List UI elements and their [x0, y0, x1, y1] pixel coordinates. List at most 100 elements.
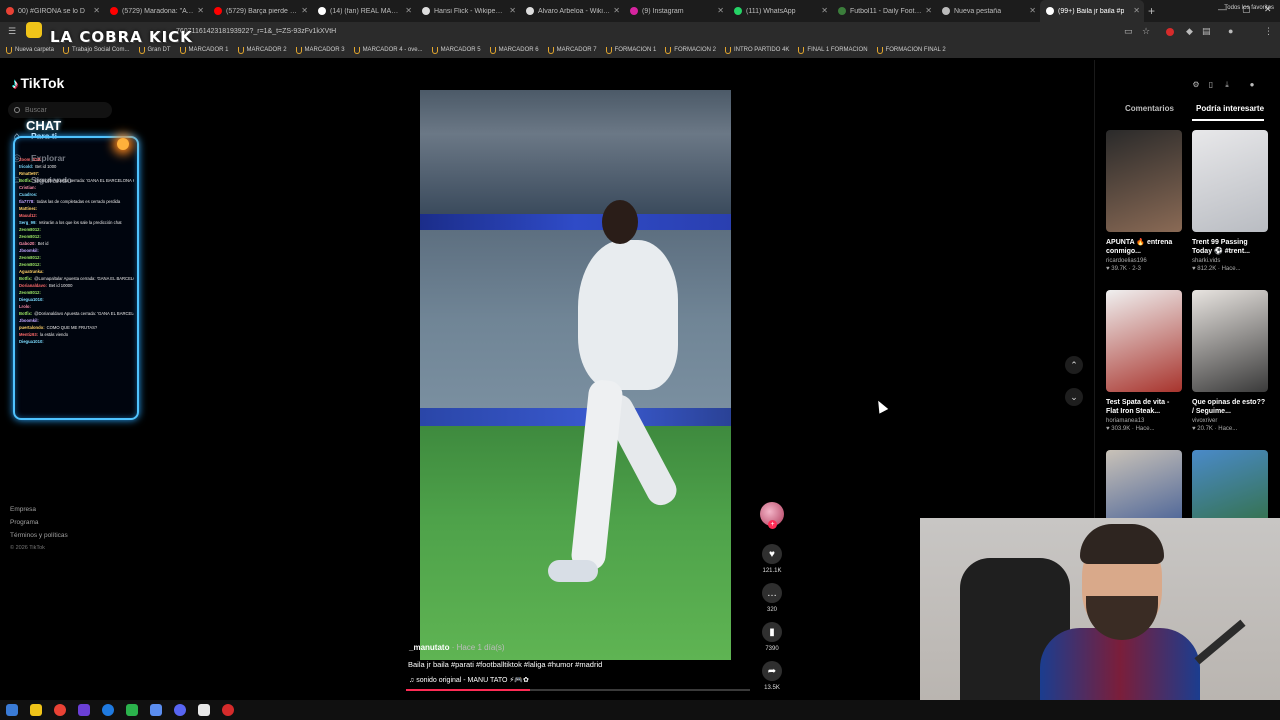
close-tab-icon[interactable]: ✕	[197, 6, 204, 15]
bookmark-item[interactable]: MARCADOR 1	[179, 46, 229, 54]
card-title[interactable]: Trent 99 Passing Today ⚽ #trent...	[1192, 238, 1268, 256]
close-tab-icon[interactable]: ✕	[717, 6, 724, 15]
browser-tab[interactable]: (9) Instagram ✕	[624, 0, 728, 22]
browser-tab[interactable]: (111) WhatsApp ✕	[728, 0, 832, 22]
browser-tab[interactable]: (99+) Baila jr baila #p ✕	[1040, 0, 1144, 22]
video-player[interactable]	[420, 90, 731, 660]
recording-app-icon[interactable]	[222, 704, 234, 716]
close-tab-icon[interactable]: ✕	[509, 6, 516, 15]
file-explorer-icon[interactable]	[30, 704, 42, 716]
close-tab-icon[interactable]: ✕	[405, 6, 412, 15]
video-thumbnail[interactable]	[1192, 130, 1268, 232]
close-tab-icon[interactable]: ✕	[1133, 6, 1140, 15]
browser-tab[interactable]: (5729) Maradona: "A jug ✕	[104, 0, 208, 22]
browser-tab[interactable]: 00) #GIRONA se lo D ✕	[0, 0, 104, 22]
bookmark-item[interactable]: MARCADOR 7	[547, 46, 597, 54]
bookmark-item[interactable]: MARCADOR 4 - ove...	[353, 46, 423, 54]
recommended-video-card[interactable]: Que opinas de esto?? / Seguime... vivoxri…	[1192, 290, 1268, 432]
share-icon[interactable]: ➦	[762, 661, 782, 681]
browser-tab[interactable]: (14) (fan) REAL MADRID ✕	[312, 0, 416, 22]
bookmark-item[interactable]: FORMACION 1	[605, 46, 656, 54]
bookmark-item[interactable]: FINAL 1 FORMACION	[798, 46, 868, 54]
footer-link-programa[interactable]: Programa	[10, 519, 68, 526]
recommended-video-card[interactable]: Trent 99 Passing Today ⚽ #trent... sharki…	[1192, 130, 1268, 272]
browser-tab[interactable]: (5729) Barça pierde el lid ✕	[208, 0, 312, 22]
settings-icon[interactable]: ⚙	[1190, 80, 1202, 92]
browser-tab[interactable]: Futbol11 - Daily Football ✕	[832, 0, 936, 22]
cast-icon[interactable]: ▭	[1124, 26, 1133, 37]
bookmark-icon[interactable]: ▮	[762, 622, 782, 642]
bookmark-item[interactable]: MARCADOR 2	[237, 46, 287, 54]
profile-icon[interactable]: ●	[1228, 26, 1233, 36]
search-box[interactable]	[8, 102, 112, 118]
bookmark-item[interactable]: FORMACION 2	[665, 46, 716, 54]
video-thumbnail[interactable]	[1106, 130, 1182, 232]
tab-comments[interactable]: Comentarios	[1125, 104, 1174, 113]
bookmark-item[interactable]: FORMACION FINAL 2	[876, 46, 946, 54]
menu-icon[interactable]: ☰	[8, 26, 16, 37]
video-progress-bar[interactable]	[406, 689, 750, 691]
card-title[interactable]: APUNTA 🔥 entrena conmigo...	[1106, 238, 1182, 256]
heart-icon[interactable]: ♥	[762, 544, 782, 564]
obs-icon[interactable]	[126, 704, 138, 716]
discord-icon[interactable]	[174, 704, 186, 716]
card-author[interactable]: sharki.vids	[1192, 258, 1268, 264]
chrome-icon[interactable]	[54, 704, 66, 716]
close-tab-icon[interactable]: ✕	[301, 6, 308, 15]
bookmark-item[interactable]: Trabajo Social Com...	[63, 46, 130, 54]
browser-tab[interactable]: Álvaro Arbeloa - Wikiped ✕	[520, 0, 624, 22]
bookmark-item[interactable]: MARCADOR 6	[489, 46, 539, 54]
follow-plus-icon[interactable]: +	[768, 520, 777, 529]
document-icon[interactable]	[150, 704, 162, 716]
creator-avatar[interactable]: +	[760, 502, 784, 529]
tab-recommended[interactable]: Podría interesarte	[1196, 104, 1264, 113]
comment-action[interactable]: … 320	[762, 583, 782, 613]
all-bookmarks-link[interactable]: Todos los favoritos	[1224, 5, 1274, 11]
card-title[interactable]: Test Spata de vita - Flat Iron Steak...	[1106, 398, 1182, 416]
record-extension-icon[interactable]	[1166, 28, 1174, 36]
card-author[interactable]: horiamanea13	[1106, 418, 1182, 424]
app-grid-icon[interactable]	[78, 704, 90, 716]
bookmark-item[interactable]: Gran DT	[138, 46, 171, 54]
start-icon[interactable]	[6, 704, 18, 716]
picture-in-picture-icon[interactable]: ▯	[1205, 80, 1217, 92]
card-title[interactable]: Que opinas de esto?? / Seguime...	[1192, 398, 1268, 416]
bookmark-item[interactable]: MARCADOR 3	[295, 46, 345, 54]
like-action[interactable]: ♥ 121.1K	[762, 544, 782, 574]
browser-icon[interactable]	[102, 704, 114, 716]
author-name[interactable]: _manutato	[409, 643, 449, 652]
next-video-button[interactable]: ⌄	[1065, 388, 1083, 406]
video-caption[interactable]: Baila jr baila #parati #footballtiktok #…	[408, 660, 602, 669]
bookmark-item[interactable]: MARCADOR 5	[431, 46, 481, 54]
comment-icon[interactable]: …	[762, 583, 782, 603]
previous-video-button[interactable]: ⌃	[1065, 356, 1083, 374]
video-thumbnail[interactable]	[1106, 290, 1182, 392]
video-sound[interactable]: ♫ sonido original - MANU TATO ⚡🎮✿	[409, 676, 529, 684]
extensions-icon[interactable]: ◆	[1186, 26, 1193, 37]
browser-tab[interactable]: Hansi Flick - Wikipedia, la✕	[416, 0, 520, 22]
kick-app-icon[interactable]	[198, 704, 210, 716]
share-action[interactable]: ➦ 13.5K	[762, 661, 782, 691]
more-menu-icon[interactable]: ⋮	[1264, 26, 1273, 37]
close-tab-icon[interactable]: ✕	[1029, 6, 1036, 15]
url-field[interactable]: 7607116142318193922?_r=1&_t=ZS-93zFv1kXV…	[176, 28, 336, 35]
download-icon[interactable]: ⤓	[1221, 80, 1233, 92]
close-tab-icon[interactable]: ✕	[93, 6, 100, 15]
footer-link-empresa[interactable]: Empresa	[10, 506, 68, 513]
recommended-video-card[interactable]: APUNTA 🔥 entrena conmigo... ricardoelias1…	[1106, 130, 1182, 272]
video-thumbnail[interactable]	[1192, 290, 1268, 392]
card-author[interactable]: vivoxriver	[1192, 418, 1268, 424]
video-author[interactable]: _manutato · Hace 1 día(s)	[409, 643, 505, 652]
bookmark-star-icon[interactable]: ☆	[1142, 26, 1150, 37]
user-avatar-icon[interactable]: ●	[1246, 80, 1258, 92]
close-tab-icon[interactable]: ✕	[613, 6, 620, 15]
close-tab-icon[interactable]: ✕	[821, 6, 828, 15]
save-action[interactable]: ▮ 7390	[762, 622, 782, 652]
bookmark-item[interactable]: INTRO PARTIDO 4K	[724, 46, 789, 54]
bookmark-item[interactable]: Nueva carpeta	[6, 46, 54, 54]
new-tab-button[interactable]: +	[1148, 4, 1155, 18]
search-input[interactable]	[25, 106, 109, 114]
card-author[interactable]: ricardoelias196	[1106, 258, 1182, 264]
tiktok-logo[interactable]: ♪ TikTok	[12, 75, 64, 91]
browser-tab[interactable]: Nueva pestaña ✕	[936, 0, 1040, 22]
